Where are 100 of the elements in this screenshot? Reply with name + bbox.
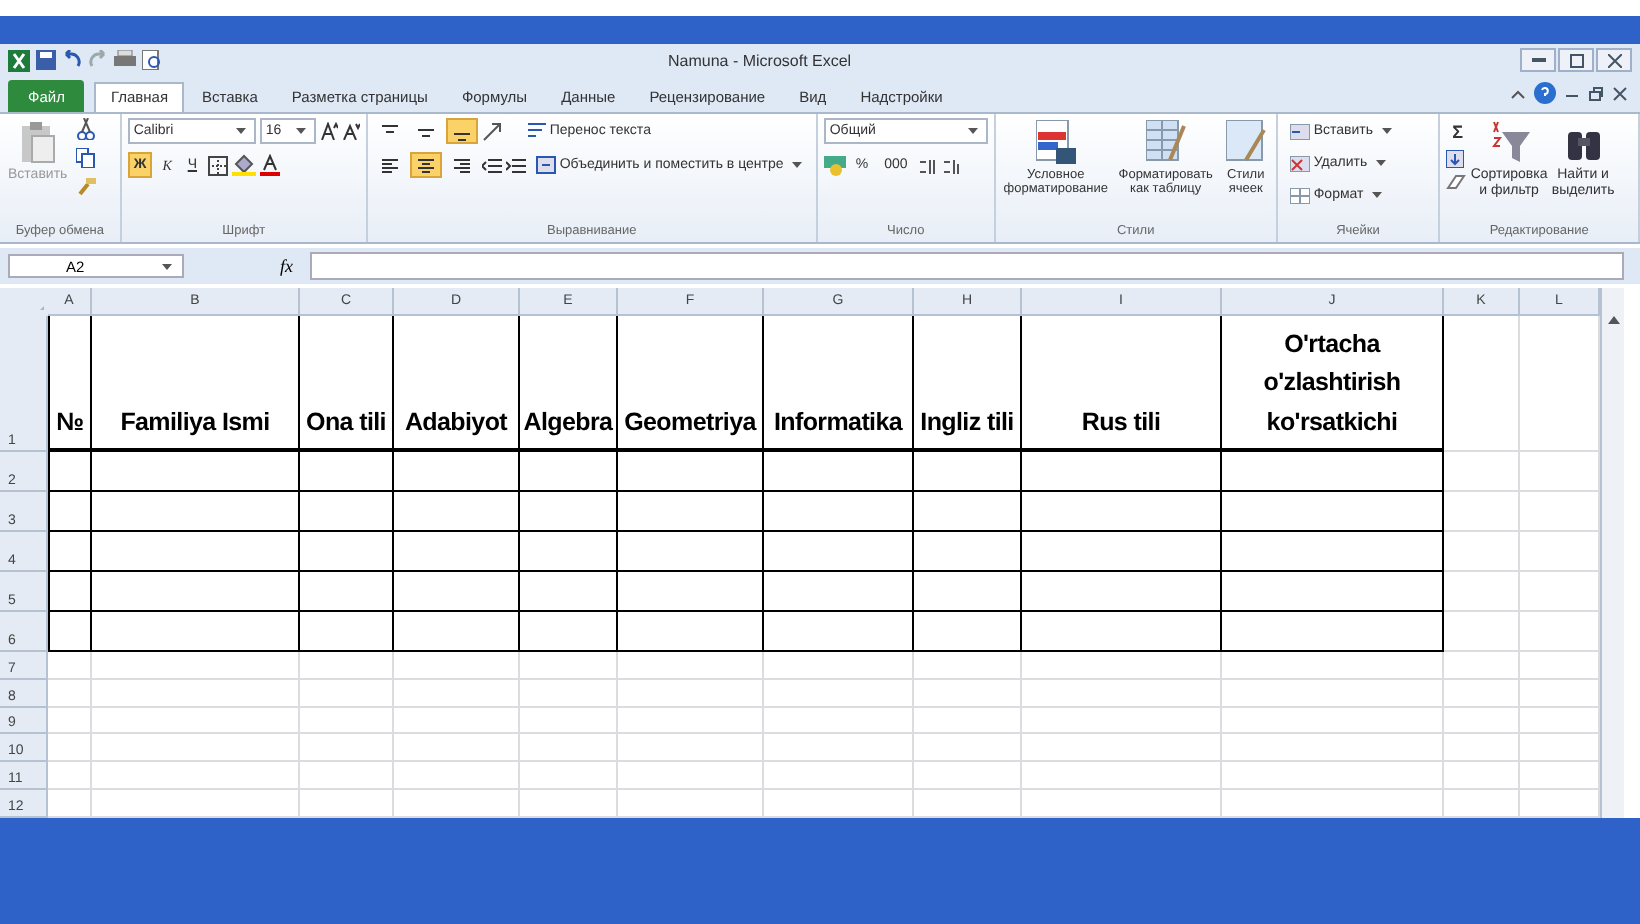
table-cell: [914, 532, 1022, 572]
collapse-ribbon-icon[interactable]: [1510, 87, 1526, 99]
caret-icon[interactable]: [1375, 160, 1386, 166]
table-cell: [914, 612, 1022, 652]
caret-icon[interactable]: [1381, 128, 1392, 134]
minimize-button[interactable]: [1520, 48, 1556, 72]
print-preview-icon[interactable]: [142, 50, 162, 70]
table-cell: [1444, 532, 1520, 572]
table-cell: [1444, 762, 1520, 790]
table-cell: [300, 707, 394, 735]
vertical-scrollbar[interactable]: [1600, 288, 1624, 818]
caret-icon[interactable]: [295, 128, 306, 134]
table-cell: [300, 734, 394, 763]
autosum-button[interactable]: Σ: [1446, 118, 1470, 144]
table-cell: [520, 492, 618, 532]
close-icon[interactable]: [1612, 85, 1628, 101]
caret-icon[interactable]: [235, 128, 246, 134]
caret-icon[interactable]: [791, 162, 802, 168]
table-cell: [1444, 316, 1520, 452]
table-cell: [300, 452, 394, 492]
header-cell: Familiya Ismi: [92, 316, 300, 452]
table-cell: [300, 762, 394, 790]
caret-icon[interactable]: [1371, 192, 1382, 198]
format-cells-icon: [1289, 187, 1310, 203]
table-cell: [394, 762, 520, 790]
table-cell: [394, 572, 520, 612]
table-cell: [300, 532, 394, 572]
table-cell: [520, 707, 618, 735]
header-cell: Algebra: [520, 316, 618, 452]
copy-icon[interactable]: [75, 148, 96, 168]
decrease-indent-icon[interactable]: [481, 155, 502, 175]
table-cell: [914, 707, 1022, 735]
table-cell: [914, 679, 1022, 708]
save-icon[interactable]: [36, 50, 56, 70]
table-cell: [914, 762, 1022, 790]
table-cell: [1444, 679, 1520, 708]
eraser-icon[interactable]: [1446, 174, 1467, 190]
table-cell: [394, 492, 520, 532]
minimize-icon: [1531, 58, 1545, 62]
currency-icon[interactable]: [823, 155, 846, 175]
text-orientation-icon[interactable]: [481, 121, 502, 141]
decrease-decimal-icon[interactable]: [941, 155, 962, 175]
table-cell: [300, 572, 394, 612]
close-icon: [1607, 53, 1621, 67]
maximize-icon: [1569, 53, 1583, 67]
header-cell: Adabiyot: [394, 316, 520, 452]
table-cell: [520, 652, 618, 680]
table-cell: [48, 762, 92, 790]
align-center-button[interactable]: [409, 152, 442, 178]
funnel-icon: [1489, 120, 1530, 164]
table-cell: [520, 572, 618, 612]
window-title: Namuna - Microsoft Excel: [668, 51, 854, 69]
increase-indent-icon[interactable]: [505, 155, 526, 175]
table-cell: [300, 492, 394, 532]
table-cell: [48, 707, 92, 735]
increase-decimal-icon[interactable]: [917, 155, 938, 175]
table-cell: [48, 532, 92, 572]
scissors-icon[interactable]: [75, 118, 96, 140]
shrink-font-icon[interactable]: [341, 122, 360, 140]
insert-function-button[interactable]: fx: [272, 256, 301, 276]
close-button[interactable]: [1596, 48, 1632, 72]
table-cell: [1444, 734, 1520, 763]
font-color-icon[interactable]: [259, 154, 280, 176]
borders-icon[interactable]: [207, 155, 228, 175]
table-cell: [914, 452, 1022, 492]
fill-color-icon[interactable]: [231, 154, 256, 176]
spreadsheet-logo-icon[interactable]: [8, 49, 30, 71]
table-cell: [48, 572, 92, 612]
grow-font-icon[interactable]: [319, 122, 338, 140]
table-cell: [914, 652, 1022, 680]
table-cell: [520, 734, 618, 763]
table-cell: [394, 679, 520, 708]
printer-icon[interactable]: [114, 50, 136, 70]
table-cell: [48, 612, 92, 652]
table-cell: [520, 612, 618, 652]
maximize-button[interactable]: [1558, 48, 1594, 72]
table-cell: [520, 532, 618, 572]
formula-input-field[interactable]: [309, 252, 1624, 280]
table-cell: [394, 532, 520, 572]
scroll-up-icon: [1607, 316, 1619, 324]
align-bottom-button[interactable]: [445, 118, 478, 144]
table-cell: [1444, 652, 1520, 680]
caret-icon[interactable]: [162, 263, 172, 269]
table-cell: [394, 707, 520, 735]
table-cell: [520, 762, 618, 790]
delete-cells-icon: [1289, 155, 1310, 171]
restore-icon[interactable]: [1588, 85, 1604, 101]
undo-icon[interactable]: [62, 50, 82, 70]
insert-cells-icon: [1289, 123, 1310, 139]
table-cell: [48, 492, 92, 532]
table-cell: [300, 652, 394, 680]
fill-down-icon[interactable]: [1446, 150, 1465, 168]
table-cell: [914, 734, 1022, 763]
table-cell: [1444, 492, 1520, 532]
table-cell: [914, 492, 1022, 532]
align-center-icon: [415, 155, 436, 175]
caret-icon[interactable]: [967, 128, 978, 134]
format-painter-icon[interactable]: [75, 176, 96, 196]
clipboard-icon: [19, 120, 56, 164]
help-icon[interactable]: [1534, 82, 1556, 104]
